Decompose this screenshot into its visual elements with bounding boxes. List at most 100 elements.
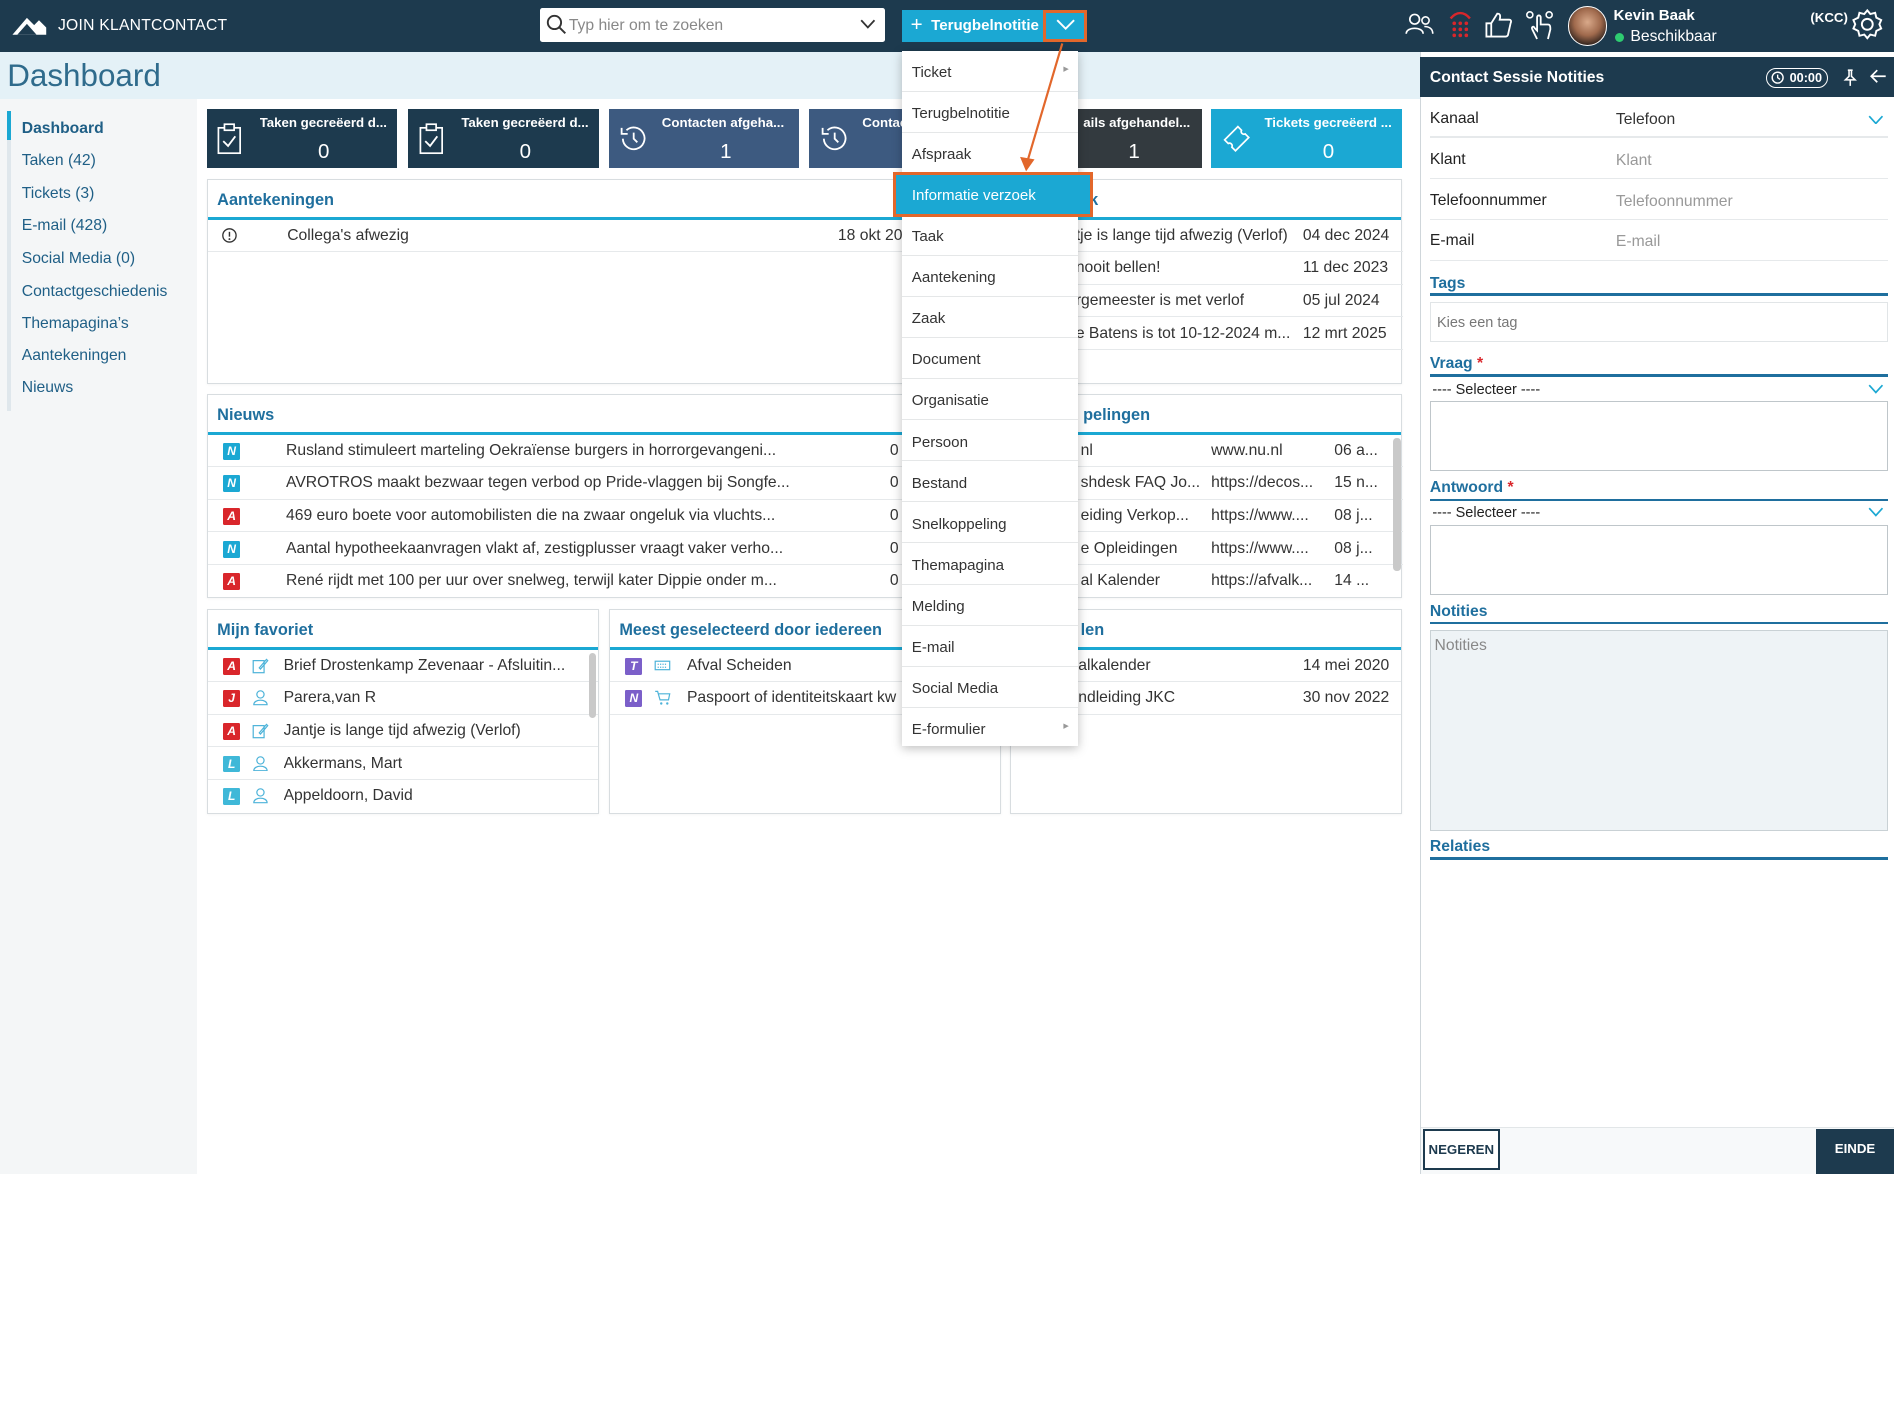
badge-a: A — [223, 657, 241, 675]
tile-contacten-2[interactable]: Contac — [809, 108, 907, 168]
new-contact-dropdown-button[interactable] — [1043, 9, 1087, 43]
menu-item-informatie-verzoek[interactable]: Informatie verzoek — [893, 172, 1093, 217]
antwoord-select[interactable]: ---- Selecteer ---- — [1432, 505, 1540, 521]
chevron-down-icon[interactable] — [1868, 115, 1884, 125]
gear-icon[interactable] — [1851, 8, 1884, 41]
aantekeningen-panel: Aantekeningen Collega's afwezig 18 okt 2… — [206, 178, 1404, 385]
favorite-item[interactable]: J Parera,van R — [207, 682, 599, 715]
favorite-item[interactable]: L Akkermans, Mart — [207, 747, 599, 780]
chevron-down-icon[interactable] — [1868, 384, 1884, 394]
menu-item-organisatie[interactable]: Organisatie — [902, 379, 1079, 421]
badge-n: N — [625, 690, 643, 708]
link-url: https://decos... — [1211, 474, 1314, 492]
section-line — [1429, 498, 1888, 502]
sidebar-item-dashboard[interactable]: Dashboard — [22, 120, 104, 138]
users-icon[interactable] — [1404, 12, 1434, 36]
menu-item-aantekening[interactable]: Aantekening — [902, 256, 1079, 298]
item-date: 14 mei 2020 — [1302, 656, 1390, 674]
news-title: René rijdt met 100 per uur over snelweg,… — [286, 572, 777, 590]
vraag-select[interactable]: ---- Selecteer ---- — [1432, 382, 1540, 398]
favorite-item[interactable]: L Appeldoorn, David — [208, 780, 599, 813]
link-date: 08 j... — [1334, 539, 1373, 557]
tile-emails[interactable]: ails afgehandel... 1 — [1078, 108, 1202, 168]
sidebar-item-email[interactable]: E-mail (428) — [22, 217, 107, 235]
note-title: Collega's afwezig — [287, 226, 409, 244]
scrollbar[interactable] — [589, 653, 597, 719]
link-title: nl — [1080, 441, 1093, 459]
tile-contacten-1[interactable]: Contacten afgeha... 1 — [608, 108, 800, 168]
email-field[interactable]: E-mail — [1616, 233, 1660, 251]
tile-value: 0 — [519, 140, 532, 164]
avatar[interactable] — [1567, 6, 1608, 46]
menu-item-label: Social Media — [911, 679, 999, 697]
menu-item-themapagina[interactable]: Themapagina — [902, 543, 1079, 585]
badge-n: N — [223, 540, 241, 558]
popular-title: Paspoort of identiteitskaart kw — [686, 689, 897, 707]
favorite-item[interactable]: A Brief Drostenkamp Zevenaar - Afsluitin.… — [207, 650, 599, 683]
chevron-down-icon[interactable] — [860, 19, 876, 30]
menu-item-label: Taak — [911, 228, 944, 246]
menu-item-taak[interactable]: Taak — [902, 215, 1079, 256]
tags-input[interactable]: Kies een tag — [1429, 301, 1888, 342]
tile-taken-2[interactable]: Taken gecreëerd d... 0 — [408, 108, 599, 168]
menu-item-zaak[interactable]: Zaak — [902, 297, 1079, 339]
menu-item-persoon[interactable]: Persoon — [902, 420, 1079, 462]
arrow-left-icon[interactable] — [1869, 69, 1887, 83]
phone-keypad-icon[interactable] — [1447, 10, 1474, 39]
chevron-down-icon[interactable] — [1868, 507, 1884, 517]
menu-item-bestand[interactable]: Bestand — [902, 461, 1079, 503]
user-status[interactable]: Beschikbaar — [1630, 28, 1716, 46]
tags-label: Tags — [1429, 275, 1466, 293]
menu-item-e-formulier[interactable]: E-formulier ▸ — [902, 708, 1078, 749]
tile-label: Taken gecreëerd d... — [259, 114, 387, 130]
notities-textarea[interactable]: Notities — [1429, 630, 1888, 831]
vraag-textarea[interactable] — [1429, 400, 1888, 471]
sidebar-item-tickets[interactable]: Tickets (3) — [22, 185, 95, 203]
plus-icon: + — [910, 13, 923, 37]
sidebar-item-contactgeschiedenis[interactable]: Contactgeschiedenis — [22, 283, 168, 301]
item-title: tje is lange tijd afwezig (Verlof) — [1075, 226, 1288, 244]
negeren-button[interactable]: NEGEREN — [1422, 1129, 1500, 1171]
klant-field[interactable]: Klant — [1616, 152, 1652, 170]
menu-item-email[interactable]: E-mail — [902, 626, 1079, 667]
scrollbar[interactable] — [1393, 438, 1401, 572]
menu-item-social-media[interactable]: Social Media — [902, 667, 1079, 708]
menu-item-label: Informatie verzoek — [911, 187, 1036, 205]
sidebar-item-taken[interactable]: Taken (42) — [22, 152, 96, 170]
touch-icon[interactable] — [1525, 10, 1554, 41]
antwoord-textarea[interactable] — [1429, 525, 1888, 596]
tile-tickets[interactable]: Tickets gecreëerd ... 0 — [1211, 108, 1403, 168]
sidebar-item-aantekeningen[interactable]: Aantekeningen — [22, 347, 127, 365]
news-title: AVROTROS maakt bezwaar tegen verbod op P… — [286, 474, 790, 492]
cart-icon — [654, 689, 671, 711]
link-title: al Kalender — [1080, 572, 1161, 590]
sidebar-item-nieuws[interactable]: Nieuws — [22, 379, 73, 397]
tile-taken-1[interactable]: Taken gecreëerd d... 0 — [206, 108, 398, 168]
favorite-item[interactable]: A Jantje is lange tijd afwezig (Verlof) — [207, 715, 599, 748]
badge-a: A — [223, 573, 241, 591]
link-date: 08 j... — [1334, 507, 1373, 524]
divider — [1429, 218, 1888, 220]
thumbs-up-icon[interactable] — [1484, 10, 1513, 39]
link-url: https://www.... — [1211, 539, 1309, 557]
notities-label: Notities — [1429, 602, 1488, 620]
menu-item-melding[interactable]: Melding — [902, 585, 1079, 626]
sidebar-item-social-media[interactable]: Social Media (0) — [22, 250, 135, 268]
new-contact-button[interactable]: + Terugbelnotitie — [902, 9, 1044, 43]
menu-item-label: Themapagina — [911, 556, 1005, 574]
menu-item-snelkoppeling[interactable]: Snelkoppeling — [902, 502, 1079, 544]
kanaal-select[interactable]: Telefoon — [1616, 111, 1675, 129]
search-input[interactable]: Typ hier om te zoeken — [569, 17, 723, 35]
timer-value: 00:00 — [1789, 71, 1823, 86]
tile-label: ails afgehandel... — [1083, 114, 1191, 130]
search-bar[interactable]: Typ hier om te zoeken — [539, 8, 886, 43]
nieuws-panel: Nieuws N Rusland stimuleert marteling Oek… — [206, 393, 1404, 598]
telefoon-field[interactable]: Telefoonnummer — [1616, 193, 1733, 211]
menu-item-label: Melding — [911, 597, 965, 615]
einde-button[interactable]: EINDE — [1816, 1129, 1894, 1174]
tile-label: Taken gecreëerd d... — [461, 114, 589, 130]
menu-item-document[interactable]: Document — [902, 338, 1079, 380]
pin-icon[interactable] — [1843, 69, 1857, 86]
menu-item-label: Zaak — [911, 310, 946, 328]
sidebar-item-themapaginas[interactable]: Themapagina’s — [22, 315, 129, 333]
